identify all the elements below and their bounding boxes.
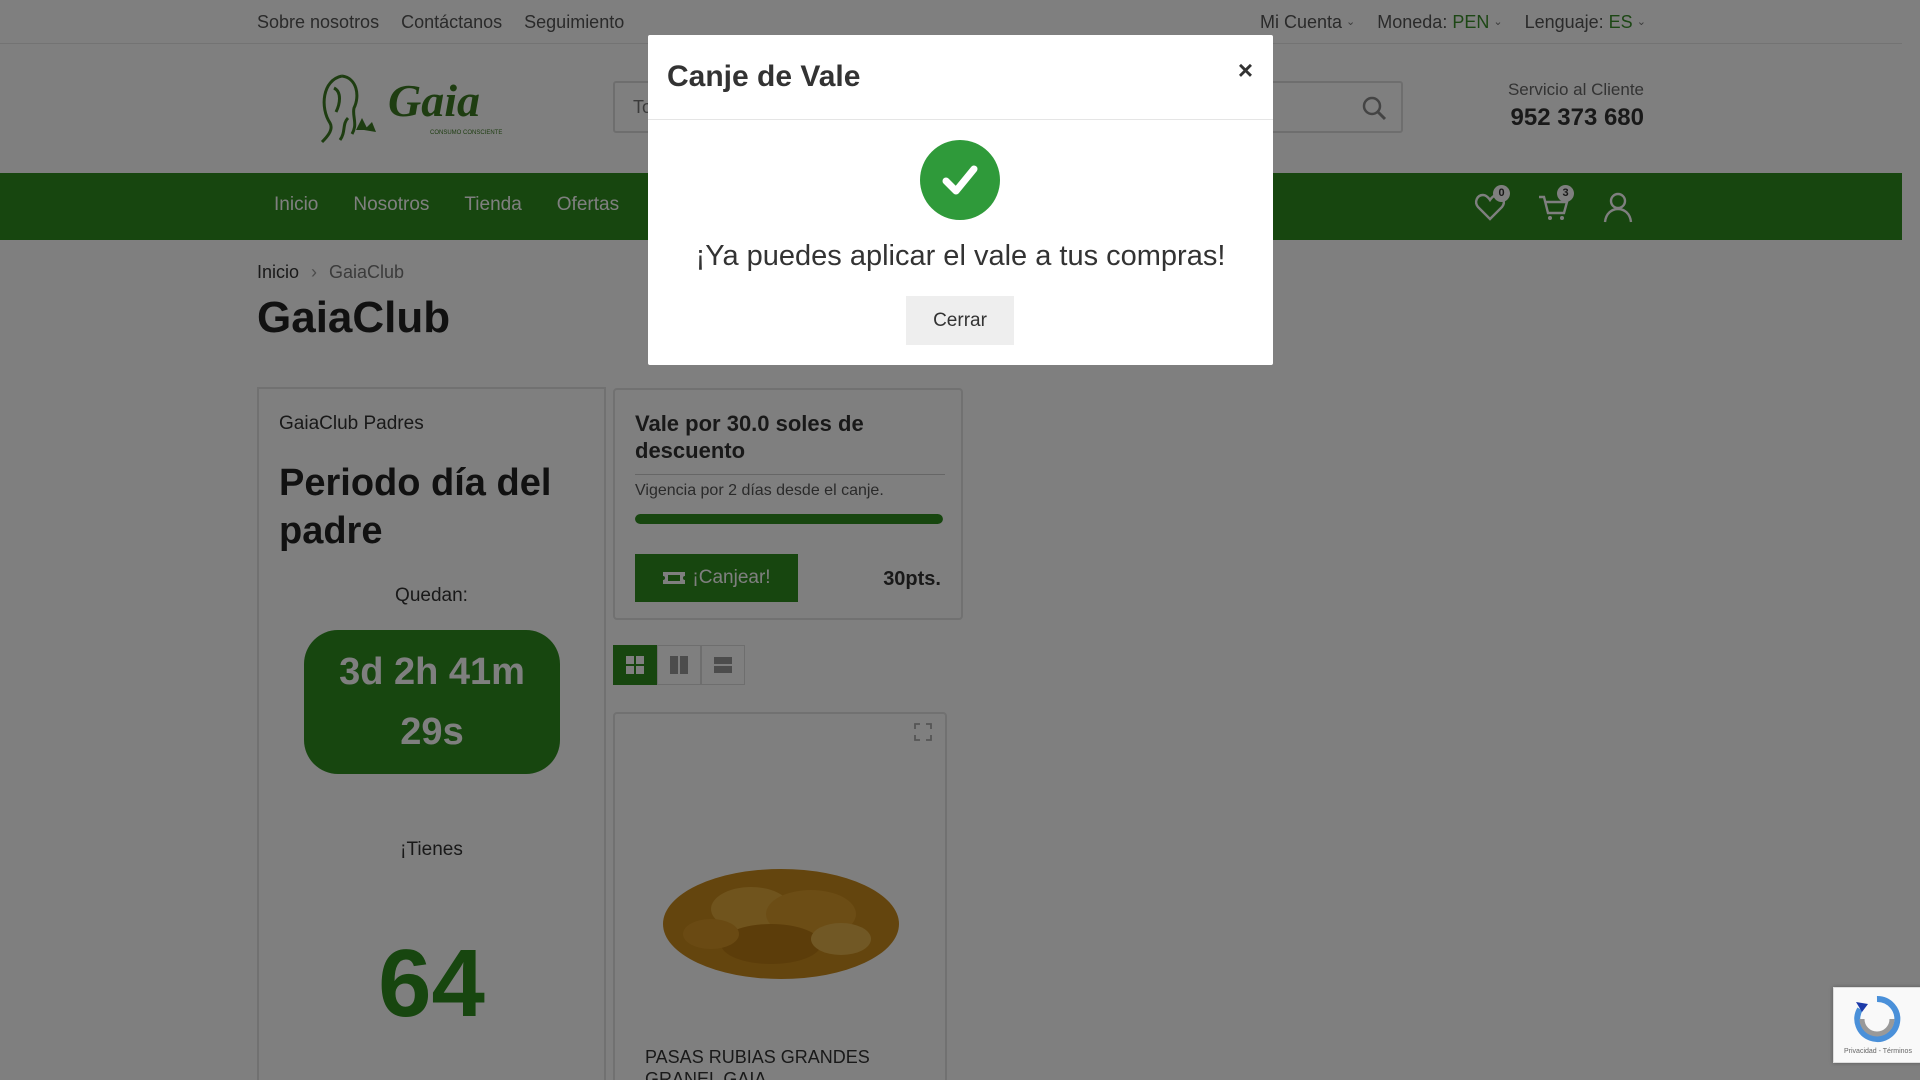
recaptcha-legal[interactable]: Privacidad - Términos [1844,1048,1912,1055]
modal-header: Canje de Vale × [648,35,1273,120]
checkmark-icon [942,165,978,195]
modal-title: Canje de Vale [667,60,861,93]
recaptcha-icon [1854,995,1901,1042]
modal-message: ¡Ya puedes aplicar el vale a tus compras… [695,240,1226,272]
success-check-icon [920,140,1000,220]
close-button[interactable]: Cerrar [906,296,1014,345]
redeem-modal: Canje de Vale × ¡Ya puedes aplicar el va… [648,35,1273,365]
recaptcha-badge[interactable]: Privacidad - Términos [1833,987,1920,1063]
close-icon[interactable]: × [1238,55,1253,86]
